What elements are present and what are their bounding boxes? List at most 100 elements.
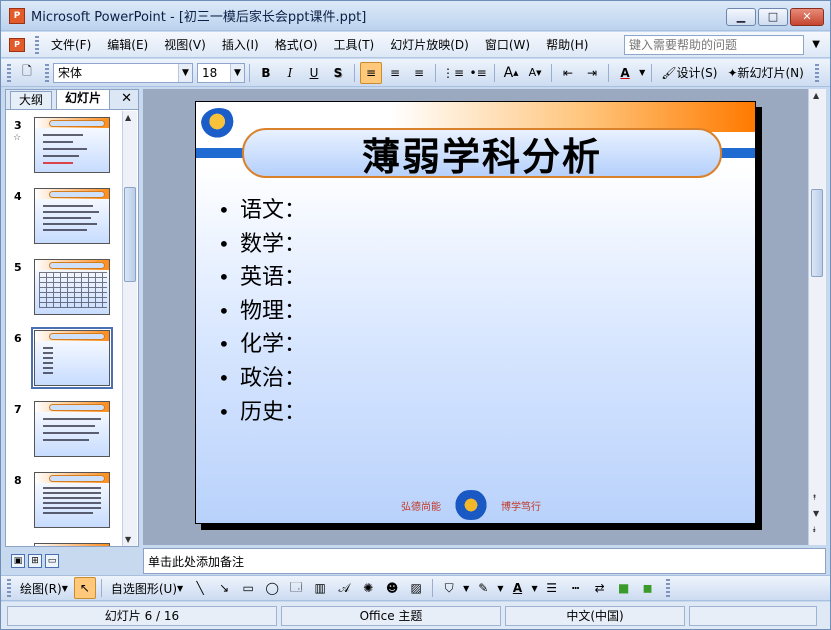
font-dropdown-icon[interactable]: ▼ xyxy=(178,63,192,82)
scroll-down-icon[interactable]: ▼ xyxy=(125,535,131,544)
slideshow-icon[interactable]: ▭ xyxy=(45,554,59,568)
decrease-indent-icon[interactable]: ⇤ xyxy=(557,62,579,84)
toolbar-grip-handle-2[interactable] xyxy=(45,63,49,82)
slide-thumbnail-4[interactable]: 4 xyxy=(6,186,122,250)
bullet-item: 政治： xyxy=(218,362,306,396)
fill-color-icon[interactable]: ⛉ xyxy=(438,577,460,599)
design-icon: 🖌 xyxy=(661,65,677,80)
line-style-icon[interactable]: ☰ xyxy=(541,577,563,599)
content-placeholder[interactable]: 语文： 数学： 英语： 物理： 化学： 政治： 历史： xyxy=(218,194,306,429)
increase-font-icon[interactable]: A ▲ xyxy=(500,62,522,84)
menu-tools[interactable]: 工具(T) xyxy=(326,34,383,56)
next-slide-icon[interactable]: ⯯ xyxy=(812,525,817,535)
draw-font-color-icon[interactable]: A xyxy=(506,577,528,599)
3d-style-icon[interactable]: ◼ xyxy=(637,577,659,599)
scrollbar-thumb[interactable] xyxy=(124,187,136,282)
autoshapes-button[interactable]: 自选图形(U) ▼ xyxy=(107,577,187,599)
slides-pane-scrollbar[interactable]: ▲ ▼ xyxy=(122,111,137,546)
drawbar-grip-handle[interactable] xyxy=(7,579,11,597)
draw-menu-button[interactable]: 绘图(R) ▼ xyxy=(16,577,72,599)
increase-indent-icon[interactable]: ⇥ xyxy=(581,62,603,84)
slide-sorter-icon[interactable]: ⊞ xyxy=(28,554,42,568)
menu-format[interactable]: 格式(O) xyxy=(267,34,326,56)
fill-color-dropdown-icon[interactable]: ▼ xyxy=(462,577,470,599)
toolbar-options-handle[interactable] xyxy=(814,63,819,82)
font-color-icon[interactable]: A xyxy=(614,62,636,84)
thumbnail-image xyxy=(34,401,110,457)
title-placeholder[interactable]: 薄弱学科分析 xyxy=(242,128,722,179)
drawbar-options-handle[interactable] xyxy=(665,579,670,597)
slide-thumbnail-3[interactable]: 3 ☆ xyxy=(6,115,122,179)
slide-thumbnail-9[interactable]: 9 xyxy=(6,541,122,546)
menu-view[interactable]: 视图(V) xyxy=(156,34,214,56)
align-left-icon[interactable]: ≡ xyxy=(360,61,382,84)
font-name-combo[interactable]: 宋体 ▼ xyxy=(53,62,193,83)
size-dropdown-icon[interactable]: ▼ xyxy=(230,63,244,82)
line-color-icon[interactable]: ✎ xyxy=(472,577,494,599)
notes-pane[interactable]: 单击此处添加备注 xyxy=(143,548,826,574)
font-size-combo[interactable]: 18 ▼ xyxy=(197,62,245,83)
menu-grip-handle[interactable] xyxy=(35,35,39,54)
tab-outline[interactable]: 大纲 xyxy=(10,91,53,109)
shadow-button[interactable]: S xyxy=(327,62,349,84)
align-center-icon[interactable]: ≡ xyxy=(384,62,406,84)
arrow-tool-icon[interactable]: ↘ xyxy=(213,577,235,599)
slide-thumbnail-6[interactable]: 6 xyxy=(6,327,122,392)
slide-thumbnail-8[interactable]: 8 xyxy=(6,470,122,534)
prev-slide-icon[interactable]: ⯭ xyxy=(812,493,817,503)
document-icon[interactable]: P xyxy=(9,37,25,52)
help-search-input[interactable]: 键入需要帮助的问题 xyxy=(624,35,804,55)
dash-style-icon[interactable]: ┅ xyxy=(565,577,587,599)
close-button[interactable]: ✕ xyxy=(790,8,824,26)
menu-file[interactable]: 文件(F) xyxy=(43,34,99,56)
editor-scrollbar[interactable]: ▲ ⯭ ▼ ⯯ xyxy=(808,89,826,545)
toolbar-grip-handle[interactable] xyxy=(7,63,11,82)
textbox-tool-icon[interactable]: 🗔 xyxy=(285,577,307,599)
scroll-down-icon[interactable]: ▼ xyxy=(813,509,819,518)
shadow-style-icon[interactable]: ■ xyxy=(613,577,635,599)
line-color-dropdown-icon[interactable]: ▼ xyxy=(496,577,504,599)
line-tool-icon[interactable]: ╲ xyxy=(189,577,211,599)
footer-motto-right: 博学笃行 xyxy=(501,501,541,513)
school-logo-icon xyxy=(201,108,237,138)
maximize-button[interactable]: □ xyxy=(758,8,788,26)
powerpoint-app-icon[interactable]: P xyxy=(9,7,25,24)
normal-view-icon[interactable]: ▣ xyxy=(11,554,25,568)
new-slide-button[interactable]: ✦ 新幻灯片(N) xyxy=(723,62,807,84)
decrease-font-icon[interactable]: A ▼ xyxy=(524,62,546,84)
rectangle-tool-icon[interactable]: ▭ xyxy=(237,577,259,599)
menu-slideshow[interactable]: 幻灯片放映(D) xyxy=(382,34,477,56)
menu-insert[interactable]: 插入(I) xyxy=(214,34,267,56)
scroll-up-icon[interactable]: ▲ xyxy=(813,91,819,100)
select-pointer-icon[interactable]: ↖ xyxy=(73,577,96,599)
oval-tool-icon[interactable]: ◯ xyxy=(261,577,283,599)
tab-slides[interactable]: 幻灯片 xyxy=(56,89,111,109)
new-document-icon[interactable]: 🗋 xyxy=(16,62,38,84)
scrollbar-thumb[interactable] xyxy=(811,189,823,277)
align-right-icon[interactable]: ≡ xyxy=(408,62,430,84)
vertical-textbox-icon[interactable]: ▥ xyxy=(309,577,331,599)
menu-help[interactable]: 帮助(H) xyxy=(538,34,596,56)
slide-thumbnail-7[interactable]: 7 xyxy=(6,399,122,463)
bold-button[interactable]: B xyxy=(255,62,277,84)
minimize-button[interactable]: ▁ xyxy=(726,8,756,26)
underline-button[interactable]: U xyxy=(303,62,325,84)
design-button[interactable]: 🖌 设计(S) xyxy=(657,62,721,84)
slide-canvas[interactable]: 薄弱学科分析 语文： 数学： 英语： 物理： 化学： 政治： 历史： 弘德尚能 … xyxy=(195,101,756,524)
numbering-icon[interactable]: ⋮≡ xyxy=(441,62,465,84)
clipart-icon[interactable]: ☻ xyxy=(381,577,403,599)
bullets-icon[interactable]: •≡ xyxy=(467,62,489,84)
draw-font-color-dropdown-icon[interactable]: ▼ xyxy=(530,577,538,599)
close-pane-icon[interactable]: ✕ xyxy=(121,91,132,106)
font-color-dropdown-icon[interactable]: ▼ xyxy=(638,62,646,84)
menu-edit[interactable]: 编辑(E) xyxy=(99,34,156,56)
wordart-icon[interactable]: 𝒜 xyxy=(333,577,355,599)
slide-thumbnail-5[interactable]: 5 xyxy=(6,257,122,321)
arrow-style-icon[interactable]: ⇄ xyxy=(589,577,611,599)
menu-window[interactable]: 窗口(W) xyxy=(477,34,538,56)
italic-button[interactable]: I xyxy=(279,62,301,84)
insert-picture-icon[interactable]: ▨ xyxy=(405,577,427,599)
help-dropdown-icon[interactable]: ▼ xyxy=(812,39,820,50)
scroll-up-icon[interactable]: ▲ xyxy=(125,113,131,122)
diagram-icon[interactable]: ✺ xyxy=(357,577,379,599)
